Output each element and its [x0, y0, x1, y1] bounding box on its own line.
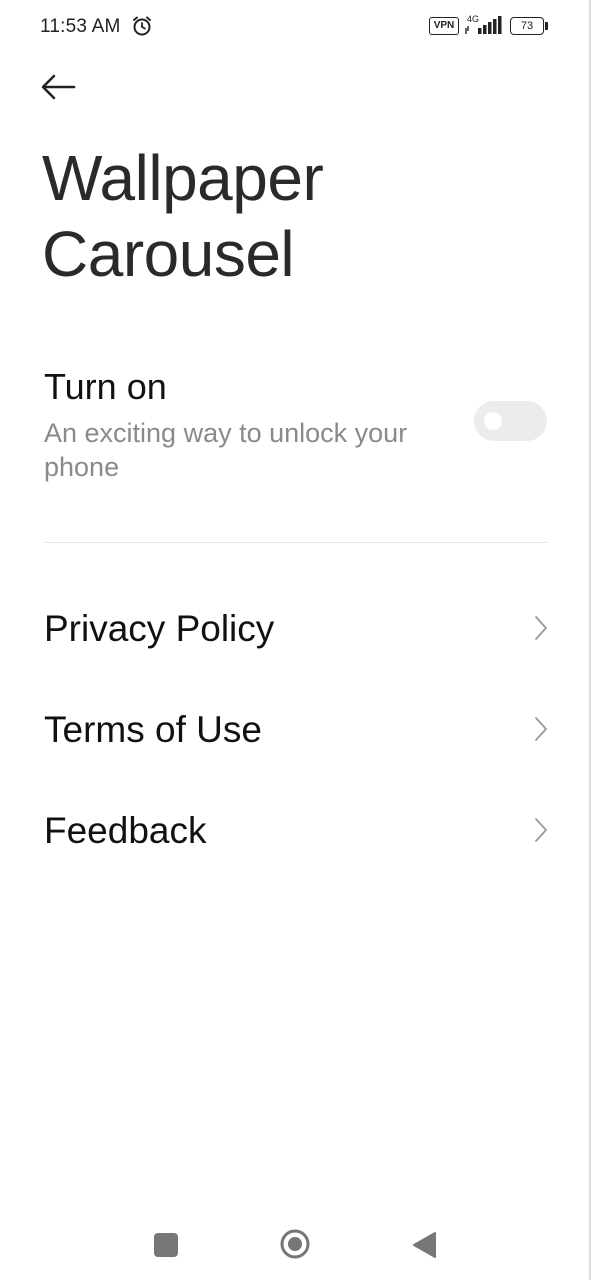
terms-of-use-label: Terms of Use [44, 709, 262, 750]
chevron-right-icon [535, 616, 547, 640]
battery-icon: 73 [510, 17, 544, 35]
privacy-policy-label: Privacy Policy [44, 608, 275, 649]
recents-square-icon[interactable] [154, 1233, 178, 1257]
navigation-bar [0, 1214, 591, 1274]
status-time: 11:53 AM [40, 16, 121, 37]
section-divider [44, 542, 548, 543]
toggle-knob [484, 412, 502, 430]
arrow-left-icon [41, 74, 76, 100]
turn-on-title: Turn on [44, 366, 167, 407]
back-button[interactable] [36, 66, 82, 108]
home-circle-icon[interactable] [279, 1228, 311, 1260]
battery-tip [545, 22, 548, 30]
signal-icon [465, 16, 502, 34]
chevron-right-icon [535, 717, 547, 741]
page-title: Wallpaper Carousel [42, 142, 324, 290]
list-item-feedback[interactable]: Feedback [44, 790, 548, 870]
list-item-privacy-policy[interactable]: Privacy Policy [44, 588, 548, 668]
turn-on-setting[interactable]: Turn on An exciting way to unlock your p… [44, 360, 548, 490]
list-item-terms-of-use[interactable]: Terms of Use [44, 689, 548, 769]
turn-on-toggle[interactable] [474, 401, 547, 441]
status-bar: 11:53 AM VPN 4G 73 [0, 0, 591, 54]
feedback-label: Feedback [44, 810, 207, 851]
turn-on-description: An exciting way to unlock your phone [44, 418, 408, 482]
back-triangle-icon[interactable] [411, 1231, 437, 1259]
alarm-icon [133, 16, 151, 36]
vpn-badge: VPN [429, 17, 459, 35]
chevron-right-icon [535, 818, 547, 842]
